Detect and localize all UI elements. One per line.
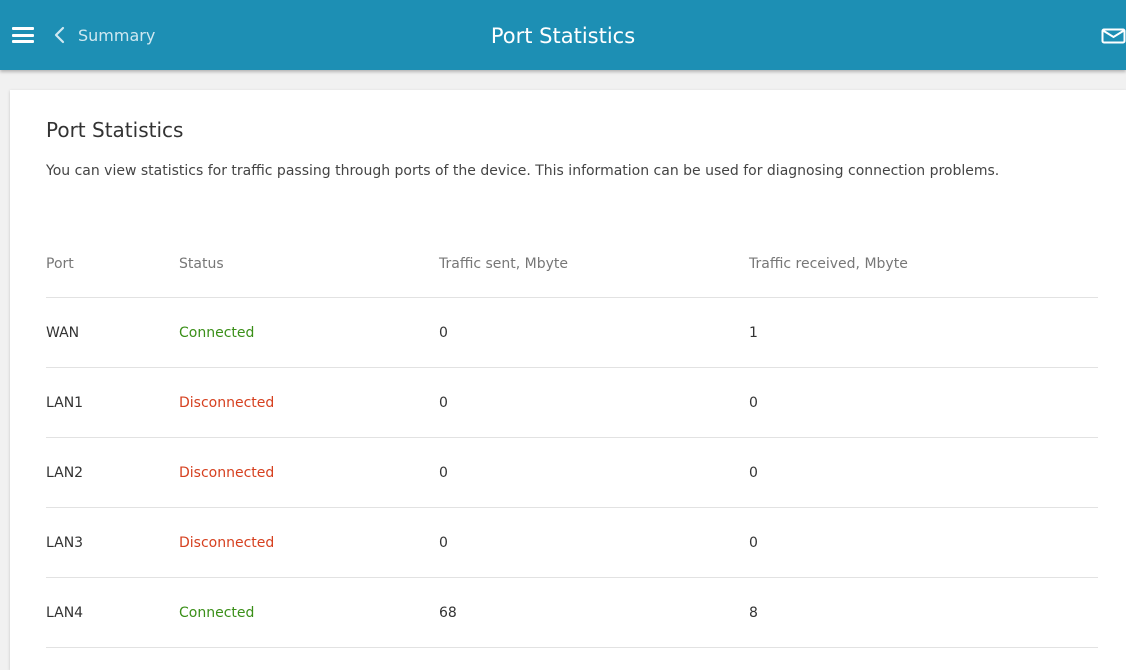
traffic-sent: 68 [439,605,457,621]
port-name: LAN2 [46,465,84,481]
page-title: Port Statistics [490,24,636,48]
port-statistics-table: Port Status Traffic sent, Mbyte Traffic … [46,244,1098,648]
column-header-status: Status [179,256,224,272]
content-panel: Port Statistics You can view statistics … [10,90,1126,670]
section-title: Port Statistics [46,118,184,142]
back-button[interactable]: Summary [52,26,155,45]
traffic-sent: 0 [439,535,448,551]
traffic-sent: 0 [439,395,448,411]
traffic-received: 8 [749,605,758,621]
port-name: LAN1 [46,395,84,411]
traffic-received: 0 [749,535,758,551]
traffic-received: 1 [749,325,758,341]
table-row: LAN1 Disconnected 0 0 [46,368,1098,438]
port-name: WAN [46,325,80,341]
column-header-port: Port [46,256,74,272]
traffic-received: 0 [749,465,758,481]
menu-icon[interactable] [12,27,34,43]
top-bar: Summary Port Statistics [0,0,1126,70]
traffic-received: 0 [749,395,758,411]
table-row: LAN3 Disconnected 0 0 [46,508,1098,578]
port-status: Connected [179,605,255,621]
table-row: LAN4 Connected 68 8 [46,578,1098,648]
port-name: LAN4 [46,605,84,621]
nav-group: Summary [12,0,155,70]
port-name: LAN3 [46,535,84,551]
table-row: LAN2 Disconnected 0 0 [46,438,1098,508]
column-header-traffic-received: Traffic received, Mbyte [749,256,908,272]
section-description: You can view statistics for traffic pass… [46,163,1000,179]
port-status: Disconnected [179,465,275,481]
traffic-sent: 0 [439,465,448,481]
table-header: Port Status Traffic sent, Mbyte Traffic … [46,244,1098,298]
back-label: Summary [78,25,156,45]
traffic-sent: 0 [439,325,448,341]
chevron-left-icon [54,26,65,44]
column-header-traffic-sent: Traffic sent, Mbyte [439,256,569,272]
port-status: Connected [179,325,255,341]
port-status: Disconnected [179,535,275,551]
table-row: WAN Connected 0 1 [46,298,1098,368]
mail-icon[interactable] [1101,28,1126,44]
port-status: Disconnected [179,395,275,411]
